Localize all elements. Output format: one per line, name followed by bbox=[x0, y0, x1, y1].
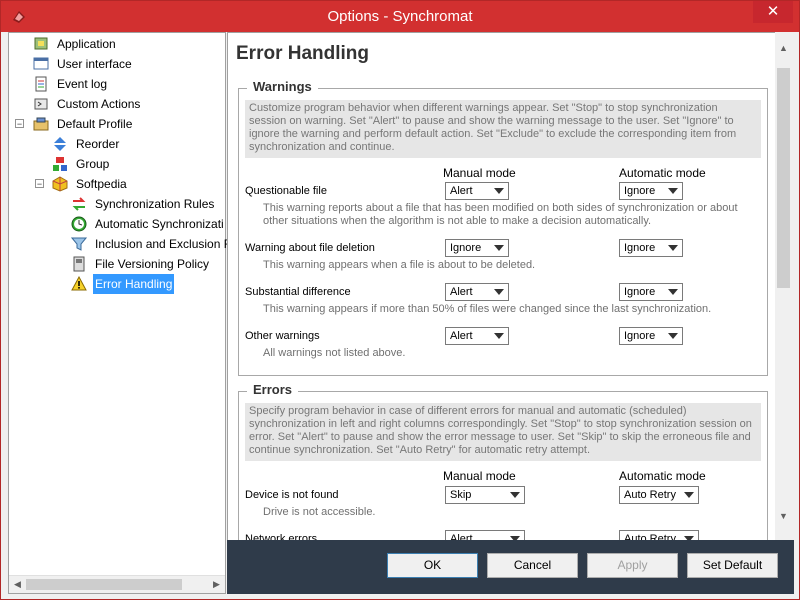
errors-description: Specify program behavior in case of diff… bbox=[245, 403, 761, 461]
select-value: Ignore bbox=[624, 330, 656, 342]
warnings-description: Customize program behavior when differen… bbox=[245, 100, 761, 158]
substantial-difference-description: This warning appears if more than 50% of… bbox=[263, 303, 712, 315]
select-value: Ignore bbox=[624, 242, 656, 254]
cancel-button[interactable]: Cancel bbox=[487, 553, 578, 578]
page-title: Error Handling bbox=[236, 43, 370, 64]
automatic-mode-header: Automatic mode bbox=[619, 469, 706, 483]
other-warnings-label: Other warnings bbox=[245, 330, 320, 342]
warning-icon bbox=[71, 276, 87, 291]
automatic-mode-header: Automatic mode bbox=[619, 166, 706, 180]
chevron-down-icon bbox=[494, 333, 504, 339]
scroll-up-icon[interactable]: ▲ bbox=[775, 40, 792, 57]
questionable-file-manual-select[interactable]: Alert bbox=[445, 182, 509, 200]
scroll-right-icon[interactable]: ▶ bbox=[208, 576, 225, 593]
device-not-found-manual-select[interactable]: Skip bbox=[445, 486, 525, 504]
other-warnings-auto-select[interactable]: Ignore bbox=[619, 327, 683, 345]
tree-label: Inclusion and Exclusion F bbox=[95, 237, 232, 251]
file-deletion-manual-select[interactable]: Ignore bbox=[445, 239, 509, 257]
select-value: Skip bbox=[450, 489, 472, 501]
client-area: − − Application User interface Event log… bbox=[8, 32, 794, 594]
device-not-found-auto-select[interactable]: Auto Retry bbox=[619, 486, 699, 504]
reorder-icon bbox=[54, 137, 66, 151]
event-log-icon bbox=[35, 76, 47, 92]
chevron-down-icon bbox=[684, 492, 694, 498]
filter-icon bbox=[71, 237, 87, 251]
substantial-difference-auto-select[interactable]: Ignore bbox=[619, 283, 683, 301]
clock-icon bbox=[71, 216, 87, 232]
options-tree[interactable]: − − Application User interface Event log… bbox=[8, 32, 231, 594]
user-interface-icon bbox=[33, 57, 49, 70]
manual-mode-header: Manual mode bbox=[443, 166, 516, 180]
title-bar[interactable]: Options - Synchromat ✕ bbox=[1, 1, 799, 32]
window-title: Options - Synchromat bbox=[327, 8, 473, 25]
scroll-down-icon[interactable]: ▼ bbox=[775, 508, 792, 525]
tree-label: Reorder bbox=[76, 137, 120, 151]
tree-horizontal-scrollbar[interactable]: ◀ ▶ bbox=[9, 575, 225, 593]
tree-label: Group bbox=[76, 157, 110, 171]
device-not-found-description: Drive is not accessible. bbox=[263, 506, 376, 518]
select-value: Auto Retry bbox=[624, 489, 676, 501]
chevron-down-icon bbox=[668, 245, 678, 251]
chevron-down-icon bbox=[494, 289, 504, 295]
manual-mode-header: Manual mode bbox=[443, 469, 516, 483]
scrollbar-thumb[interactable] bbox=[777, 68, 790, 288]
tree-label: User interface bbox=[57, 57, 132, 71]
substantial-difference-manual-select[interactable]: Alert bbox=[445, 283, 509, 301]
warnings-group-title: Warnings bbox=[247, 79, 318, 94]
settings-vertical-scrollbar[interactable]: ▲ ▼ bbox=[775, 32, 792, 540]
tree-label: Event log bbox=[57, 77, 108, 91]
button-bar: OK Cancel Apply Set Default bbox=[227, 540, 794, 594]
tree-label: File Versioning Policy bbox=[95, 257, 210, 271]
file-deletion-description: This warning appears when a file is abou… bbox=[263, 259, 536, 271]
select-value: Ignore bbox=[450, 242, 482, 254]
file-versioning-icon bbox=[73, 256, 85, 272]
file-deletion-auto-select[interactable]: Ignore bbox=[619, 239, 683, 257]
options-window: Options - Synchromat ✕ − − Application U… bbox=[0, 0, 800, 600]
other-warnings-manual-select[interactable]: Alert bbox=[445, 327, 509, 345]
select-value: Alert bbox=[450, 286, 473, 298]
softpedia-icon bbox=[52, 176, 68, 192]
default-profile-collapse-icon[interactable]: − bbox=[15, 119, 24, 129]
tree-label: Default Profile bbox=[57, 117, 133, 131]
select-value: Alert bbox=[450, 185, 473, 197]
questionable-file-label: Questionable file bbox=[245, 185, 327, 197]
select-value: Ignore bbox=[624, 185, 656, 197]
ok-button[interactable]: OK bbox=[387, 553, 478, 578]
questionable-file-description: This warning reports about a file that h… bbox=[263, 202, 738, 227]
tree-label: Softpedia bbox=[76, 177, 127, 191]
tree-label: Automatic Synchronizati bbox=[95, 217, 224, 231]
questionable-file-auto-select[interactable]: Ignore bbox=[619, 182, 683, 200]
select-value: Alert bbox=[450, 330, 473, 342]
chevron-down-icon bbox=[668, 188, 678, 194]
settings-pane: Error Handling Warnings Customize progra… bbox=[227, 32, 777, 542]
tree-label: Application bbox=[57, 37, 116, 51]
scroll-left-icon[interactable]: ◀ bbox=[9, 576, 26, 593]
tree-label: Synchronization Rules bbox=[95, 197, 215, 211]
apply-button[interactable]: Apply bbox=[587, 553, 678, 578]
chevron-down-icon bbox=[668, 333, 678, 339]
sync-rules-icon bbox=[72, 197, 86, 211]
chevron-down-icon bbox=[510, 492, 520, 498]
set-default-button[interactable]: Set Default bbox=[687, 553, 778, 578]
close-button[interactable]: ✕ bbox=[753, 1, 793, 23]
chevron-down-icon bbox=[494, 188, 504, 194]
errors-group: Errors Specify program behavior in case … bbox=[238, 382, 768, 541]
tree-label: Custom Actions bbox=[57, 97, 141, 111]
device-not-found-label: Device is not found bbox=[245, 489, 339, 501]
custom-actions-icon bbox=[34, 98, 48, 110]
group-icon bbox=[53, 157, 67, 171]
application-icon bbox=[34, 37, 48, 50]
chevron-down-icon bbox=[668, 289, 678, 295]
errors-group-title: Errors bbox=[247, 382, 299, 397]
chevron-down-icon bbox=[494, 245, 504, 251]
warnings-group: Warnings Customize program behavior when… bbox=[238, 79, 768, 376]
select-value: Ignore bbox=[624, 286, 656, 298]
profile-icon bbox=[33, 117, 49, 131]
file-deletion-label: Warning about file deletion bbox=[245, 242, 375, 254]
substantial-difference-label: Substantial difference bbox=[245, 286, 351, 298]
tree-label: Error Handling bbox=[93, 274, 175, 294]
softpedia-collapse-icon[interactable]: − bbox=[35, 179, 44, 189]
scrollbar-thumb[interactable] bbox=[26, 579, 182, 590]
other-warnings-description: All warnings not listed above. bbox=[263, 347, 406, 359]
